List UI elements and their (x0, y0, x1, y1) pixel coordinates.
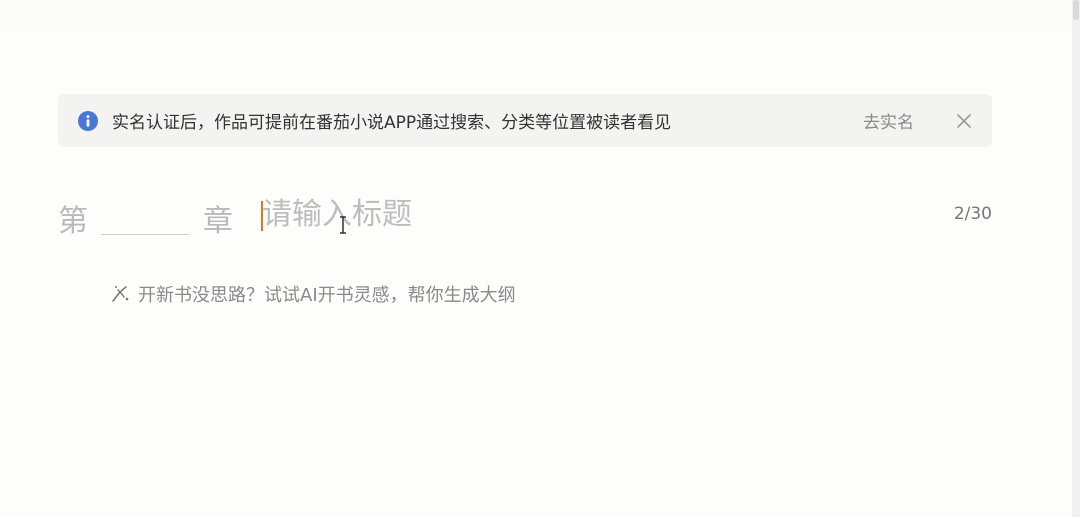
chapter-suffix-label: 章 (203, 204, 233, 239)
scrollbar[interactable] (1072, 0, 1080, 517)
ai-hint-text: 开新书没思路？试试AI开书灵感，帮你生成大纲 (138, 285, 516, 306)
chapter-prefix-label: 第 (58, 204, 88, 239)
title-char-count: 2/30 (953, 204, 992, 224)
chapter-title-input[interactable] (262, 194, 922, 234)
notice-text: 实名认证后，作品可提前在番茄小说APP通过搜索、分类等位置被读者看见 (112, 113, 672, 133)
magic-wand-icon (112, 286, 129, 302)
realname-notice-banner: 实名认证后，作品可提前在番茄小说APP通过搜索、分类等位置被读者看见 去实名 (58, 94, 992, 147)
top-strip (0, 0, 1074, 30)
text-caret (261, 201, 263, 231)
chapter-number-input[interactable] (101, 194, 189, 235)
chapter-title-row: 第 章 2/30 (58, 190, 992, 240)
info-icon (78, 110, 98, 131)
ibeam-cursor-icon (340, 216, 346, 234)
go-verify-link[interactable]: 去实名 (863, 108, 914, 133)
ai-inspiration-link[interactable]: 开新书没思路？试试AI开书灵感，帮你生成大纲 (110, 281, 516, 307)
close-notice-button[interactable] (956, 113, 972, 129)
scrollbar-thumb[interactable] (1073, 0, 1079, 20)
close-icon (957, 113, 971, 128)
